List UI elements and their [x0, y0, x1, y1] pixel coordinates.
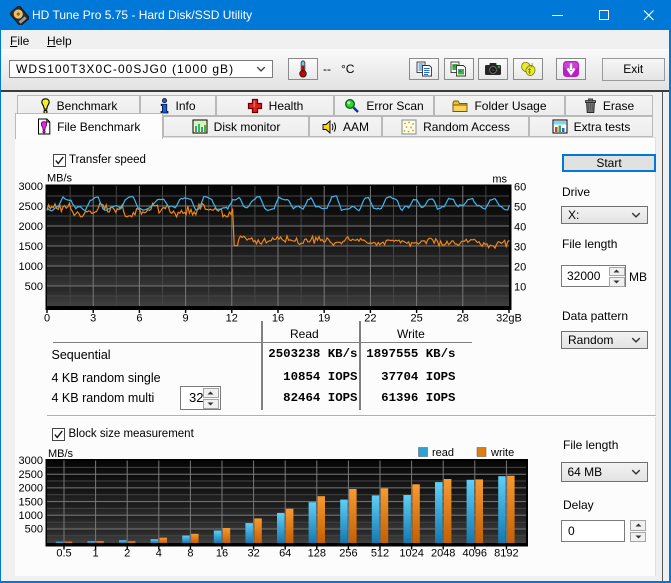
svg-text:6: 6 — [136, 313, 142, 325]
svg-text:write: write — [490, 447, 514, 459]
svg-text:16: 16 — [216, 548, 228, 560]
svg-text:2: 2 — [124, 548, 130, 560]
svg-text:1: 1 — [93, 548, 99, 560]
svg-text:read: read — [432, 447, 454, 459]
svg-text:2500: 2500 — [19, 201, 43, 213]
svg-text:2500: 2500 — [19, 469, 43, 481]
svg-text:30: 30 — [514, 242, 526, 254]
svg-text:25: 25 — [410, 313, 422, 325]
svg-text:10: 10 — [514, 282, 526, 294]
svg-text:ms: ms — [492, 174, 507, 186]
svg-text:12: 12 — [226, 313, 238, 325]
svg-text:22: 22 — [364, 313, 376, 325]
svg-text:8192: 8192 — [494, 548, 518, 560]
svg-text:1500: 1500 — [19, 496, 43, 508]
svg-text:32gB: 32gB — [496, 313, 522, 325]
svg-text:1024: 1024 — [399, 548, 423, 560]
svg-text:3000: 3000 — [19, 181, 43, 193]
svg-text:128: 128 — [308, 548, 326, 560]
svg-text:9: 9 — [183, 313, 189, 325]
svg-text:0.5: 0.5 — [56, 548, 71, 560]
svg-text:1500: 1500 — [19, 241, 43, 253]
svg-text:500: 500 — [25, 524, 43, 536]
svg-text:4: 4 — [156, 548, 162, 560]
svg-text:2048: 2048 — [431, 548, 455, 560]
svg-text:32: 32 — [247, 548, 259, 560]
svg-text:0: 0 — [44, 313, 50, 325]
svg-text:2000: 2000 — [19, 221, 43, 233]
svg-text:64: 64 — [279, 548, 291, 560]
svg-text:60: 60 — [514, 182, 526, 194]
svg-text:1000: 1000 — [19, 510, 43, 522]
svg-text:40: 40 — [514, 222, 526, 234]
svg-text:3000: 3000 — [19, 455, 43, 467]
svg-text:500: 500 — [25, 281, 43, 293]
svg-text:4096: 4096 — [463, 548, 487, 560]
svg-text:19: 19 — [318, 313, 330, 325]
svg-text:MB/s: MB/s — [48, 448, 74, 460]
svg-text:3: 3 — [90, 313, 96, 325]
svg-text:512: 512 — [371, 548, 389, 560]
svg-text:16: 16 — [272, 313, 284, 325]
svg-text:28: 28 — [457, 313, 469, 325]
svg-text:MB/s: MB/s — [47, 173, 73, 185]
svg-text:1000: 1000 — [19, 261, 43, 273]
svg-text:2000: 2000 — [19, 483, 43, 495]
svg-text:256: 256 — [339, 548, 357, 560]
svg-text:8: 8 — [187, 548, 193, 560]
svg-text:50: 50 — [514, 202, 526, 214]
svg-text:20: 20 — [514, 262, 526, 274]
